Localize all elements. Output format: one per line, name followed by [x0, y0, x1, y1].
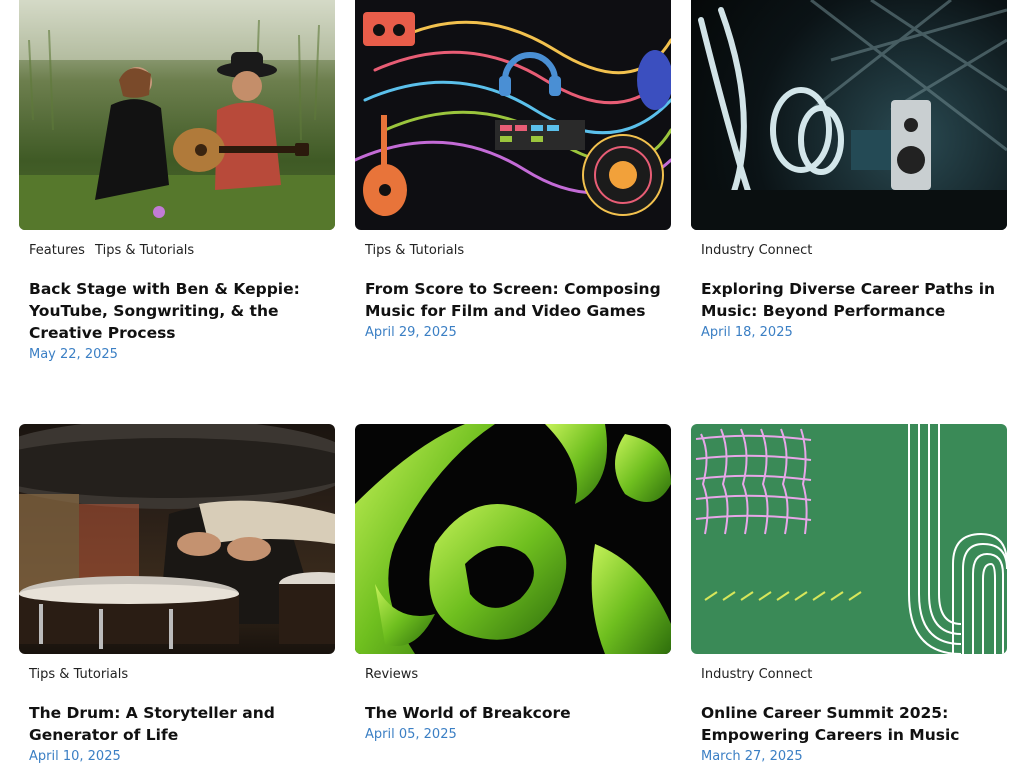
- article-categories: Tips & Tutorials: [355, 243, 671, 261]
- category-link[interactable]: Industry Connect: [701, 667, 812, 682]
- article-date: April 10, 2025: [29, 749, 121, 764]
- article-categories: Tips & Tutorials: [19, 667, 335, 685]
- article-date: April 18, 2025: [701, 325, 793, 340]
- article-card[interactable]: Industry Connect Exploring Diverse Caree…: [691, 0, 1007, 395]
- article-thumbnail[interactable]: [19, 424, 335, 654]
- category-link[interactable]: Tips & Tutorials: [95, 243, 194, 258]
- career-summit-graphic-icon: [695, 424, 1007, 654]
- category-link[interactable]: Reviews: [365, 667, 418, 682]
- article-grid-row-2: Tips & Tutorials The Drum: A Storyteller…: [19, 424, 1007, 764]
- article-thumbnail[interactable]: [355, 0, 671, 230]
- article-thumbnail[interactable]: [355, 424, 671, 654]
- article-title[interactable]: Exploring Diverse Career Paths in Music:…: [691, 278, 1007, 322]
- article-card[interactable]: Tips & Tutorials From Score to Screen: C…: [355, 0, 671, 395]
- article-date: April 05, 2025: [365, 727, 457, 742]
- article-categories: Reviews: [355, 667, 671, 685]
- article-card[interactable]: Reviews The World of Breakcore April 05,…: [355, 424, 671, 764]
- article-date: May 22, 2025: [29, 347, 118, 362]
- article-title[interactable]: Back Stage with Ben & Keppie: YouTube, S…: [19, 278, 335, 344]
- musicians-photo-icon: [19, 0, 335, 230]
- green-abstract-shapes-icon: [355, 424, 671, 654]
- article-grid-row-1: Features Tips & Tutorials Back Stage wit…: [19, 0, 1007, 395]
- article-title[interactable]: From Score to Screen: Composing Music fo…: [355, 278, 671, 322]
- drummer-photo-icon: [19, 424, 335, 649]
- category-link[interactable]: Industry Connect: [701, 243, 812, 258]
- article-date: March 27, 2025: [701, 749, 803, 764]
- article-thumbnail[interactable]: [691, 424, 1007, 654]
- article-card[interactable]: Tips & Tutorials The Drum: A Storyteller…: [19, 424, 335, 764]
- category-link[interactable]: Tips & Tutorials: [365, 243, 464, 258]
- article-categories: Features Tips & Tutorials: [19, 243, 335, 261]
- article-title[interactable]: The Drum: A Storyteller and Generator of…: [19, 702, 335, 746]
- article-title[interactable]: Online Career Summit 2025: Empowering Ca…: [691, 702, 1007, 746]
- light-painting-studio-icon: [691, 0, 1007, 230]
- category-link[interactable]: Features: [29, 243, 85, 258]
- article-categories: Industry Connect: [691, 243, 1007, 261]
- article-thumbnail[interactable]: [691, 0, 1007, 230]
- category-link[interactable]: Tips & Tutorials: [29, 667, 128, 682]
- article-categories: Industry Connect: [691, 667, 1007, 685]
- article-title[interactable]: The World of Breakcore: [355, 702, 671, 724]
- article-date: April 29, 2025: [365, 325, 457, 340]
- article-thumbnail[interactable]: [19, 0, 335, 230]
- article-card[interactable]: Industry Connect Online Career Summit 20…: [691, 424, 1007, 764]
- article-card[interactable]: Features Tips & Tutorials Back Stage wit…: [19, 0, 335, 395]
- music-doodles-illustration-icon: [355, 12, 671, 216]
